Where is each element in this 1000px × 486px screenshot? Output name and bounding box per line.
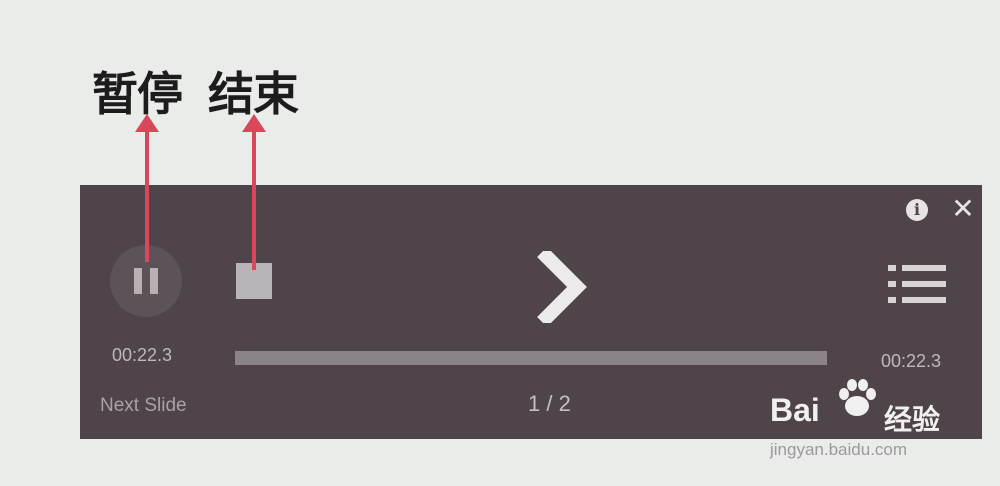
watermark-brand-suffix: 经验	[884, 403, 941, 436]
paw-icon	[839, 379, 876, 416]
info-icon[interactable]: i	[906, 199, 928, 221]
pause-annotation-label: 暂停	[92, 67, 183, 121]
slide-counter: 1 / 2	[528, 391, 571, 416]
stop-annotation-label: 结束	[208, 67, 299, 121]
pause-button[interactable]	[110, 245, 182, 317]
close-icon[interactable]: ✕	[950, 195, 976, 223]
watermark-url: jingyan.baidu.com	[770, 440, 908, 459]
watermark-logo: Bai	[770, 392, 820, 428]
next-slide-label: Next Slide	[100, 395, 187, 416]
elapsed-time: 00:22.3	[112, 345, 173, 365]
progress-bar[interactable]	[235, 351, 827, 365]
slide-list-icon[interactable]	[888, 265, 948, 305]
stop-button[interactable]	[236, 263, 272, 299]
pause-icon	[134, 268, 142, 294]
next-arrow-icon[interactable]	[535, 251, 595, 323]
total-time: 00:22.3	[881, 351, 942, 371]
